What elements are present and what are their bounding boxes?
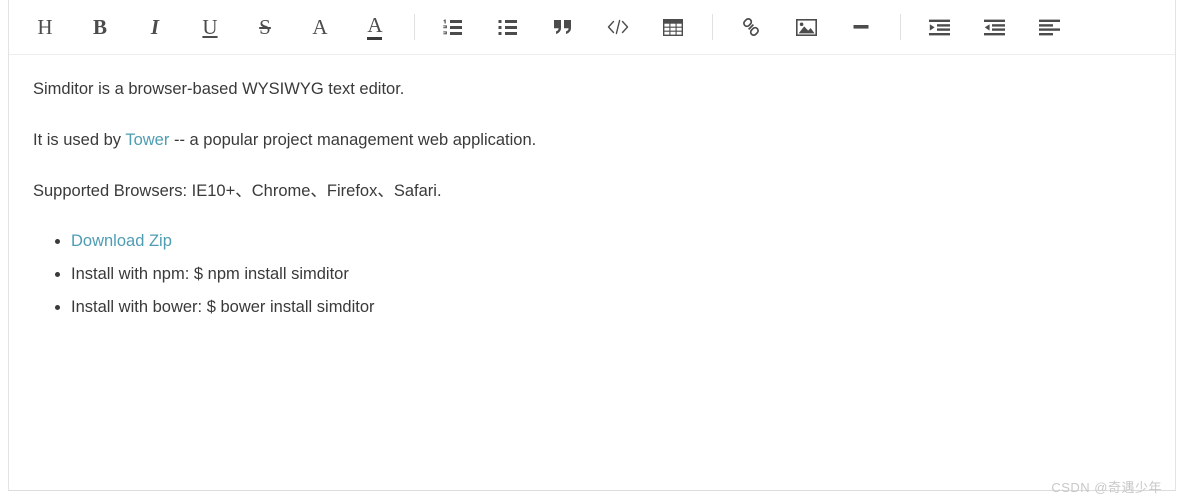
font-scale-button[interactable]: A	[302, 9, 338, 45]
indent-button[interactable]	[921, 9, 957, 45]
list-item: Install with bower: $ bower install simd…	[71, 295, 1151, 320]
align-left-button[interactable]	[1031, 9, 1067, 45]
blockquote-button[interactable]	[545, 9, 581, 45]
code-button[interactable]	[600, 9, 636, 45]
csdn-watermark: CSDN @奇遇少年	[1051, 480, 1162, 495]
toolbar-divider-2	[712, 14, 713, 40]
paragraph-tower: It is used by Tower -- a popular project…	[33, 128, 1151, 153]
link-button[interactable]	[733, 9, 769, 45]
underline-button[interactable]: U	[192, 9, 228, 45]
ordered-list-icon	[443, 19, 463, 36]
list-item: Install with npm: $ npm install simditor	[71, 262, 1151, 287]
hr-icon	[851, 20, 871, 34]
image-icon	[795, 18, 817, 36]
image-button[interactable]	[788, 9, 824, 45]
color-swatch	[367, 36, 383, 40]
unordered-list-icon	[498, 19, 518, 36]
italic-icon: I	[150, 14, 160, 39]
italic-button[interactable]: I	[137, 9, 173, 45]
paragraph-browsers: Supported Browsers: IE10+、Chrome、Firefox…	[33, 181, 442, 200]
toolbar-divider-3	[900, 14, 901, 40]
table-icon	[663, 18, 683, 36]
bold-button[interactable]: B	[82, 9, 118, 45]
paragraph-tower-after: -- a popular project management web appl…	[169, 130, 537, 149]
strikethrough-button[interactable]: S	[247, 9, 283, 45]
outdent-button[interactable]	[976, 9, 1012, 45]
table-button[interactable]	[655, 9, 691, 45]
ordered-list-button[interactable]	[435, 9, 471, 45]
install-list: Download Zip Install with npm: $ npm ins…	[33, 229, 1151, 319]
paragraph-intro: Simditor is a browser-based WYSIWYG text…	[33, 80, 405, 98]
outdent-icon	[983, 19, 1005, 36]
font-color-icon: A	[367, 14, 383, 40]
title-button[interactable]: H	[27, 9, 63, 45]
link-icon	[741, 17, 761, 37]
align-left-icon	[1038, 19, 1060, 36]
font-color-button[interactable]: A	[357, 9, 393, 45]
simditor-editor: H B I U S A A Simditor is a browser-base…	[8, 0, 1176, 491]
unordered-list-button[interactable]	[490, 9, 526, 45]
heading-icon: H	[37, 14, 53, 39]
bold-icon: B	[92, 14, 107, 39]
strikethrough-icon: S	[259, 14, 271, 39]
editor-content-area[interactable]: Simditor is a browser-based WYSIWYG text…	[9, 55, 1175, 490]
underline-icon: U	[202, 14, 218, 39]
font-size-icon: A	[312, 14, 328, 39]
editor-toolbar: H B I U S A A	[9, 0, 1175, 55]
blockquote-icon	[553, 19, 573, 35]
download-zip-link[interactable]: Download Zip	[71, 232, 172, 250]
indent-icon	[928, 19, 950, 36]
paragraph-tower-before: It is used by	[33, 130, 126, 149]
hr-button[interactable]	[843, 9, 879, 45]
list-item: Download Zip	[71, 229, 1151, 254]
toolbar-divider-1	[414, 14, 415, 40]
tower-link[interactable]: Tower	[125, 131, 169, 149]
code-icon	[607, 19, 629, 35]
